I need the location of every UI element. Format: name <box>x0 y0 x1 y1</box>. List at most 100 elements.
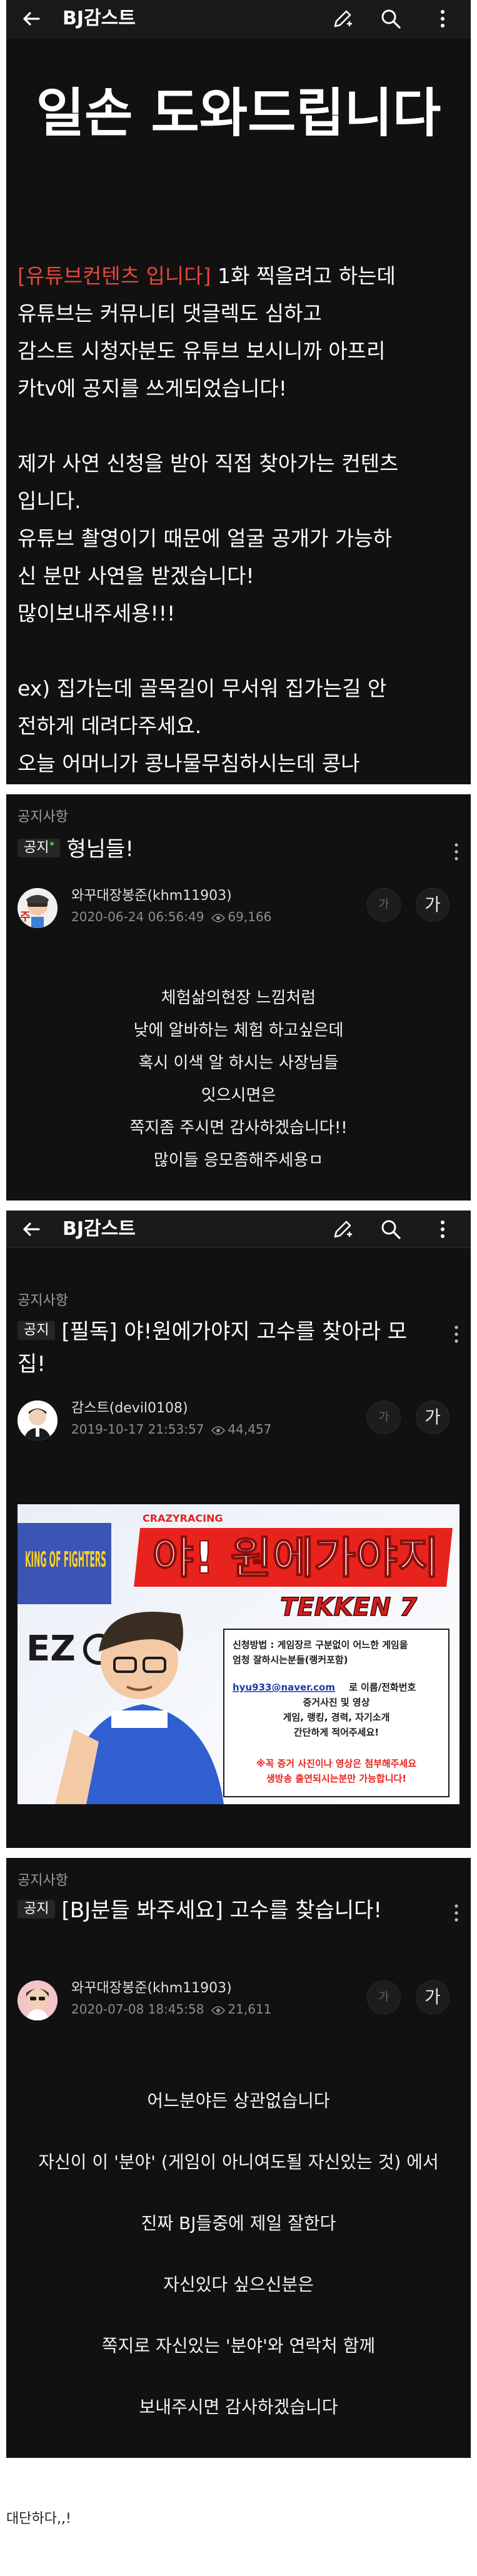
write-pen-icon[interactable] <box>331 7 354 30</box>
notice-badge-text: 공지 <box>24 839 49 856</box>
section-label: 공지사항 <box>18 1293 68 1309</box>
body-line-text: 1화 찍을려고 하는데 <box>211 264 396 288</box>
body-line <box>18 407 463 445</box>
banner-warning-line: 생방송 출연되시는분만 가능합니다! <box>266 1773 406 1784</box>
body-line <box>18 632 463 670</box>
avatar[interactable] <box>18 1400 58 1440</box>
back-arrow-icon[interactable] <box>20 1218 43 1241</box>
post-title[interactable]: 공지 [필독] 야!원에가야지 고수를 찾아라 모집! <box>18 1315 430 1380</box>
body-line: 오늘 어머니가 콩나물무침하시는데 콩나 <box>18 751 360 776</box>
post-title[interactable]: 공지 [BJ분들 봐주세요] 고수를 찾습니다! <box>18 1894 430 1927</box>
avatar-face-icon: 주 <box>18 888 58 928</box>
body-line: 유튜브는 커뮤니티 댓글렉도 심하고 <box>18 301 322 326</box>
notice-badge: 공지 <box>18 1899 56 1919</box>
body-line: 카tv에 공지를 쓰게되었습니다! <box>18 376 287 401</box>
post-title-text: 형님들! <box>66 837 134 862</box>
post-meta: 2020-06-24 06:56:49 69,166 <box>71 908 271 926</box>
banner-info-line: 엄청 잘하시는분들(랭커포함) <box>233 1654 348 1665</box>
section-label: 공지사항 <box>18 809 68 825</box>
app-top-bar: BJ감스트 <box>6 1211 471 1248</box>
notice-badge-text: 공지 <box>24 1900 49 1917</box>
author-name[interactable]: 와꾸대장봉준(khm11903) <box>71 1979 232 1998</box>
font-size-increase-button[interactable]: 가 <box>416 1980 449 2014</box>
font-size-increase-button[interactable]: 가 <box>416 888 449 922</box>
avatar-face-icon <box>18 1980 58 2020</box>
post-date: 2020-06-24 06:56:49 <box>71 909 204 924</box>
avatar[interactable]: 주 <box>18 888 58 928</box>
search-icon[interactable] <box>379 1218 402 1241</box>
banner-info-line: 로 이름/전화번호 <box>349 1682 416 1693</box>
banner-info-line: 게임, 랭킹, 경력, 자기소개 <box>283 1712 390 1723</box>
post-menu-icon[interactable] <box>451 1324 461 1344</box>
body-line: 진짜 BJ들중에 제일 잘한다 <box>141 2213 336 2234</box>
body-line: 어느분야든 상관없습니다 <box>147 2090 330 2111</box>
write-pen-icon[interactable] <box>331 1218 354 1241</box>
avatar-face-icon <box>18 1400 58 1440</box>
notice-badge: 공지 <box>18 838 61 857</box>
author-name[interactable]: 와꾸대장봉준(khm11903) <box>71 887 232 906</box>
body-line: 쪽지로 자신있는 '분야'와 연락처 함께 <box>101 2335 376 2356</box>
font-size-decrease-button[interactable]: 가 <box>367 1400 401 1434</box>
svg-text:주: 주 <box>20 911 31 924</box>
view-count: 69,166 <box>228 909 272 924</box>
board-title: BJ감스트 <box>63 7 136 29</box>
post-menu-icon[interactable] <box>451 1903 461 1923</box>
body-line: 신 분만 사연을 받겠습니다! <box>18 564 254 588</box>
post-title[interactable]: 공지 형님들! <box>18 833 430 866</box>
banner-info-line: 신청방법 : 게임장르 구분없이 어느한 게임을 <box>233 1639 408 1650</box>
post-menu-icon[interactable] <box>451 842 461 862</box>
author-name[interactable]: 감스트(devil0108) <box>71 1399 188 1418</box>
font-size-decrease-button[interactable]: 가 <box>367 888 401 922</box>
banner-tekken-logo: TEKKEN 7 <box>280 1593 417 1622</box>
more-vertical-icon[interactable] <box>431 1218 454 1241</box>
post-title-text: [BJ분들 봐주세요] 고수를 찾습니다! <box>61 1898 383 1923</box>
body-line: 혹시 이색 알 하시는 사장님들 <box>138 1054 339 1072</box>
body-line: 많이보내주세용!!! <box>18 601 176 626</box>
post-panel-intro: BJ감스트 일손 도와드립니다 [유튜브컨텐츠 입니다] 1화 찍을려고 하는데… <box>6 0 471 784</box>
body-line: 전하게 데려다주세요. <box>18 714 202 738</box>
banner-warning-line: ※꼭 증거 사진이나 영상은 첨부해주세요 <box>256 1758 416 1769</box>
post-meta: 2019-10-17 21:53:57 44,457 <box>71 1420 271 1438</box>
recruit-banner-art: KING OF FIGHTERS EZ CRAZYRACING 야! 원에가야지… <box>18 1504 459 1804</box>
views-eye-icon <box>211 2005 226 2015</box>
body-line: 감스트 시청자분도 유튜브 보시니까 아프리 <box>18 339 386 363</box>
font-size-increase-button[interactable]: 가 <box>416 1400 449 1434</box>
post-meta: 2020-07-08 18:45:58 21,611 <box>71 2000 271 2018</box>
body-line: 유튜브 촬영이기 때문에 얼굴 공개가 가능하 <box>18 526 392 551</box>
caption-text: 대단하다,,! <box>6 2511 71 2527</box>
notice-badge-text: 공지 <box>24 1322 49 1338</box>
view-count: 21,611 <box>228 2002 272 2017</box>
body-line: 쪽지좀 주시면 감사하겠습니다!! <box>129 1119 348 1137</box>
views-eye-icon <box>211 1425 226 1435</box>
post-title-text: [필독] 야!원에가야지 고수를 찾아라 모집! <box>18 1319 408 1377</box>
recruit-banner-image[interactable]: KING OF FIGHTERS EZ CRAZYRACING 야! 원에가야지… <box>18 1504 459 1804</box>
body-line: ex) 집가는데 골목길이 무서워 집가는길 안 <box>18 676 387 701</box>
body-line: 낮에 알바하는 체험 하고싶은데 <box>133 1021 344 1040</box>
search-icon[interactable] <box>379 7 402 30</box>
post-date: 2019-10-17 21:53:57 <box>71 1422 204 1437</box>
view-count: 44,457 <box>228 1422 272 1437</box>
font-size-decrease-button[interactable]: 가 <box>367 1980 401 2014</box>
post-date: 2020-07-08 18:45:58 <box>71 2002 204 2017</box>
body-line: 많이들 응모좀해주세용ㅁ <box>153 1151 324 1170</box>
back-arrow-icon[interactable] <box>20 7 43 30</box>
intro-headline: 일손 도와드립니다 <box>36 82 441 144</box>
body-line: 보내주시면 감사하겠습니다 <box>139 2397 338 2417</box>
notice-new-dot <box>50 841 54 846</box>
banner-email: hyu933@naver.com <box>233 1682 335 1693</box>
post-panel-bj: 공지사항 공지 [BJ분들 봐주세요] 고수를 찾습니다! 와꾸대장봉준(khm1… <box>6 1858 471 2458</box>
banner-top-text: CRAZYRACING <box>143 1512 223 1524</box>
body-line: 자신이 이 '분야' (게임이 아니여도될 자신있는 것) 에서 <box>38 2152 439 2172</box>
views-eye-icon <box>211 913 226 922</box>
banner-info-line: 증거사진 및 영상 <box>303 1697 369 1708</box>
banner-info-line: 간단하게 적어주세요! <box>294 1727 379 1738</box>
body-line: 체험삶의현장 느낌처럼 <box>161 989 316 1007</box>
body-line: 입니다. <box>18 489 81 513</box>
avatar[interactable] <box>18 1980 58 2020</box>
banner-left-logo: EZ <box>26 1629 76 1669</box>
body-line: 잇으시면은 <box>201 1086 276 1105</box>
body-line-highlight: [유튜브컨텐츠 입니다] <box>18 264 211 288</box>
notice-badge: 공지 <box>18 1320 56 1340</box>
app-top-bar: BJ감스트 <box>6 0 471 37</box>
more-vertical-icon[interactable] <box>431 7 454 30</box>
